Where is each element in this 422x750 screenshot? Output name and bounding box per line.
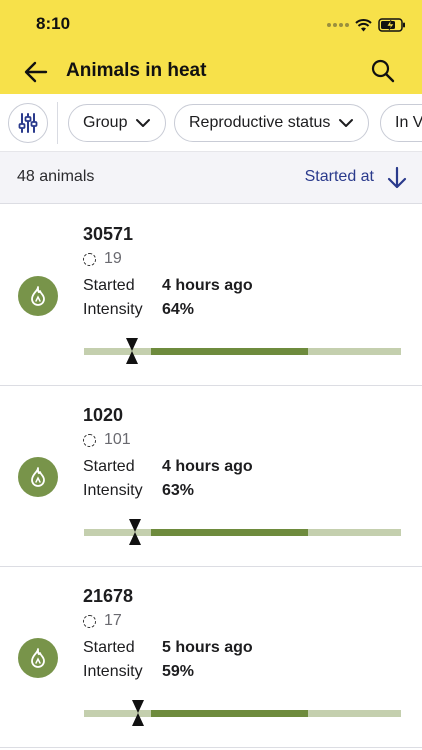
started-label: Started — [83, 458, 135, 475]
animal-id: 21678 — [83, 586, 134, 606]
divider — [57, 102, 58, 144]
started-label: Started — [83, 639, 135, 656]
heat-avatar — [18, 457, 58, 497]
sliders-icon — [18, 113, 38, 133]
group-icon — [83, 433, 96, 447]
animal-id: 30571 — [83, 224, 134, 244]
battery-charging-icon — [378, 18, 405, 32]
intensity-label: Intensity — [83, 301, 143, 318]
heat-avatar — [18, 638, 58, 678]
status-icons — [327, 16, 406, 34]
status-time: 8:10 — [36, 14, 71, 33]
list-item[interactable]: 21678 17 Started 5 hours ago Intensity 5… — [0, 567, 422, 748]
group-number: 101 — [104, 431, 131, 448]
started-value: 4 hours ago — [162, 458, 253, 475]
animal-id: 1020 — [83, 405, 124, 425]
started-value: 5 hours ago — [162, 639, 253, 656]
timeline-fill — [150, 710, 309, 717]
arrow-left-icon — [24, 61, 48, 83]
started-value: 4 hours ago — [162, 277, 253, 294]
hourglass-marker-icon — [128, 519, 141, 545]
group-number: 19 — [104, 250, 122, 267]
hourglass-marker-icon — [125, 338, 138, 364]
page-title: Animals in heat — [66, 60, 207, 81]
arrow-down-icon — [387, 166, 407, 189]
filter-bar: Group Reproductive status In V — [0, 94, 422, 152]
group-number: 17 — [104, 612, 122, 629]
flame-icon — [31, 648, 45, 668]
flame-icon — [31, 467, 45, 487]
group-row: 19 — [83, 250, 122, 268]
back-button[interactable] — [22, 59, 50, 85]
filter-settings-button[interactable] — [8, 103, 48, 143]
chip-reproductive-status-filter[interactable]: Reproductive status — [174, 104, 370, 142]
cellular-signal-icon — [327, 23, 349, 27]
intensity-value: 59% — [162, 663, 195, 680]
group-icon — [83, 252, 96, 266]
wifi-icon — [355, 18, 372, 31]
chip-label: Group — [83, 114, 128, 131]
timeline-fill — [150, 529, 309, 536]
heat-timeline — [84, 700, 401, 726]
chip-more-filter[interactable]: In V — [380, 104, 422, 142]
intensity-label: Intensity — [83, 482, 143, 499]
search-button[interactable] — [370, 58, 396, 84]
heat-timeline — [84, 338, 401, 364]
animal-list: 30571 19 Started 4 hours ago Intensity 6… — [0, 205, 422, 748]
group-row: 17 — [83, 612, 122, 630]
timeline-fill — [150, 348, 309, 355]
intensity-label: Intensity — [83, 663, 143, 680]
started-label: Started — [83, 277, 135, 294]
animal-count: 48 animals — [17, 168, 95, 185]
sort-button[interactable]: Started at — [305, 168, 374, 186]
intensity-value: 63% — [162, 482, 195, 499]
list-item[interactable]: 30571 19 Started 4 hours ago Intensity 6… — [0, 205, 422, 386]
group-icon — [83, 614, 96, 628]
sort-direction-button[interactable] — [386, 165, 408, 191]
heat-avatar — [18, 276, 58, 316]
chevron-down-icon — [339, 119, 354, 127]
app-bar: Animals in heat — [0, 50, 422, 94]
list-summary: 48 animals Started at — [0, 152, 422, 204]
intensity-value: 64% — [162, 301, 195, 318]
chip-label: In V — [395, 114, 422, 131]
group-row: 101 — [83, 431, 131, 449]
chevron-down-icon — [136, 119, 151, 127]
list-item[interactable]: 1020 101 Started 4 hours ago Intensity 6… — [0, 386, 422, 567]
status-bar: 8:10 — [0, 0, 422, 50]
chip-group-filter[interactable]: Group — [68, 104, 167, 142]
flame-icon — [31, 286, 45, 306]
chip-label: Reproductive status — [189, 114, 331, 131]
heat-timeline — [84, 519, 401, 545]
hourglass-marker-icon — [131, 700, 144, 726]
search-icon — [371, 59, 395, 83]
